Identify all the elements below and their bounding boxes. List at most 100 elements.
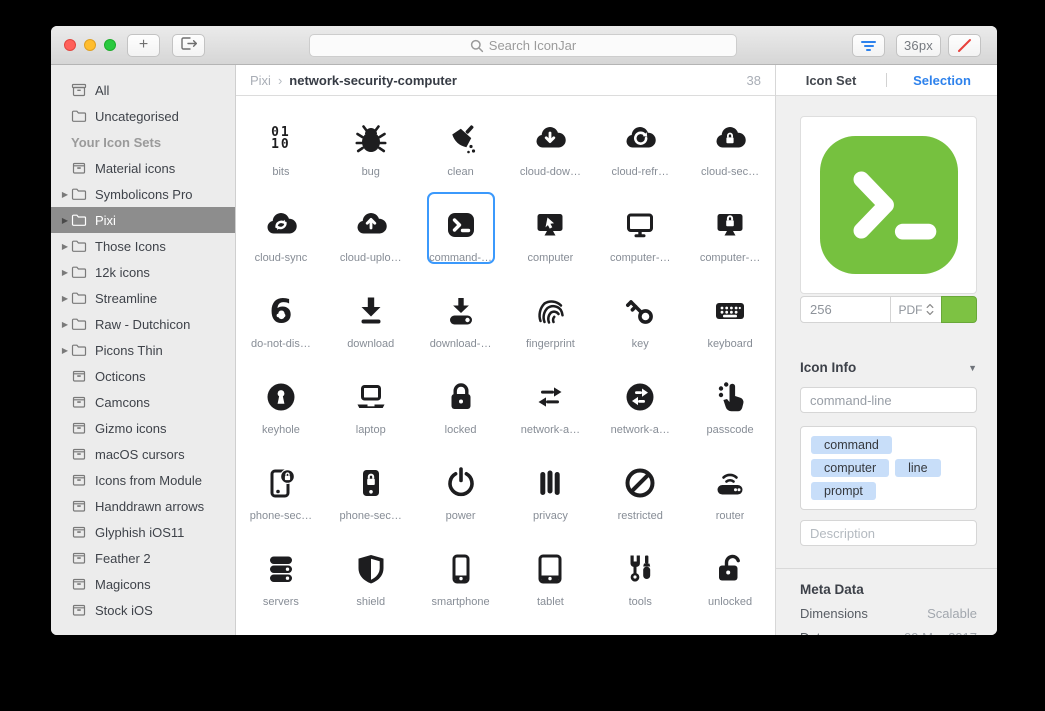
export-size-input[interactable]: 256 [800, 296, 891, 323]
minimize-button[interactable] [84, 39, 96, 51]
sidebar-item-gizmo-icons[interactable]: Gizmo icons [51, 415, 235, 441]
disclosure-triangle-icon[interactable]: ▶ [59, 320, 71, 329]
grid-icon-phone-sec[interactable]: phone-sec… [236, 440, 326, 526]
grid-icon-cloud-sync[interactable]: cloud-sync [236, 182, 326, 268]
tag-pill[interactable]: line [895, 459, 941, 477]
grid-icon-unlocked[interactable]: unlocked [685, 526, 775, 612]
grid-icon-cloud-dow[interactable]: cloud-dow… [506, 96, 596, 182]
grid-icon-restricted[interactable]: restricted [595, 440, 685, 526]
grid-icon-phone-sec[interactable]: phone-sec… [326, 440, 416, 526]
meta-row-dimensions: Dimensions Scalable [800, 606, 977, 621]
grid-icon-do-not-dis[interactable]: 6 do-not-dis… [236, 268, 326, 354]
icon-size-button[interactable]: 36px [896, 34, 941, 57]
sidebar-item-picons-thin[interactable]: ▶ Picons Thin [51, 337, 235, 363]
sidebar-item-all[interactable]: All [51, 77, 235, 103]
collapse-chevron-icon[interactable]: ▼ [968, 363, 977, 373]
grid-icon-tools[interactable]: tools [595, 526, 685, 612]
close-button[interactable] [64, 39, 76, 51]
grid-icon-download[interactable]: download [326, 268, 416, 354]
sidebar-item-pixi[interactable]: ▶ Pixi [51, 207, 235, 233]
grid-icon-label: computer [527, 252, 574, 264]
disclosure-triangle-icon[interactable]: ▶ [59, 268, 71, 277]
grid-icon-computer[interactable]: computer-… [595, 182, 685, 268]
titlebar[interactable]: + Search IconJar 36px [51, 26, 997, 65]
grid-icon-keyboard[interactable]: keyboard [685, 268, 775, 354]
export-color-swatch[interactable] [941, 296, 977, 323]
grid-icon-label: computer-… [699, 252, 761, 264]
disclosure-triangle-icon[interactable]: ▶ [59, 190, 71, 199]
sidebar-item-uncategorised[interactable]: Uncategorised [51, 103, 235, 129]
export-button[interactable] [172, 34, 205, 57]
sidebar-item-camcons[interactable]: Camcons [51, 389, 235, 415]
grid-icon-laptop[interactable]: laptop [326, 354, 416, 440]
sidebar-item-material-icons[interactable]: Material icons [51, 155, 235, 181]
grid-icon-partial[interactable] [236, 612, 326, 635]
sidebar-item-icons-from-module[interactable]: Icons from Module [51, 467, 235, 493]
grid-icon-passcode[interactable]: passcode [685, 354, 775, 440]
grid-icon-locked[interactable]: locked [416, 354, 506, 440]
phone-lock-outline-icon [262, 464, 300, 502]
grid-icon-fingerprint[interactable]: fingerprint [506, 268, 596, 354]
grid-icon-key[interactable]: key [595, 268, 685, 354]
grid-icon-label: download [347, 338, 395, 350]
grid-icon-tablet[interactable]: tablet [506, 526, 596, 612]
tab-selection[interactable]: Selection [887, 73, 997, 88]
search-input[interactable]: Search IconJar [309, 34, 737, 57]
grid-icon-label: network-a… [520, 424, 581, 436]
grid-icon-command[interactable]: command-… [416, 182, 506, 268]
sidebar-item-label: Those Icons [95, 238, 166, 254]
grid-icon-label: router [715, 510, 745, 522]
sidebar-item-streamline[interactable]: ▶ Streamline [51, 285, 235, 311]
sidebar-item-stock-ios[interactable]: Stock iOS [51, 597, 235, 623]
grid-icon-download[interactable]: download-… [416, 268, 506, 354]
grid-icon-bits[interactable]: 01 10 bits [236, 96, 326, 182]
sidebar-item-glyphish-ios11[interactable]: Glyphish iOS11 [51, 519, 235, 545]
grid-icon-computer[interactable]: computer [506, 182, 596, 268]
disclosure-triangle-icon[interactable]: ▶ [59, 216, 71, 225]
tag-pill[interactable]: prompt [811, 482, 876, 500]
disclosure-triangle-icon[interactable]: ▶ [59, 242, 71, 251]
color-filter-button[interactable] [948, 34, 981, 57]
grid-icon-keyhole[interactable]: keyhole [236, 354, 326, 440]
sidebar-item-feather-2[interactable]: Feather 2 [51, 545, 235, 571]
sidebar-item-those-icons[interactable]: ▶ Those Icons [51, 233, 235, 259]
grid-icon-bug[interactable]: bug [326, 96, 416, 182]
disclosure-triangle-icon[interactable]: ▶ [59, 294, 71, 303]
export-format-select[interactable]: PDF [890, 296, 942, 323]
icon-name-input[interactable]: command-line [800, 387, 977, 413]
sidebar-item-symbolicons-pro[interactable]: ▶ Symbolicons Pro [51, 181, 235, 207]
sidebar-item-raw-dutchicon[interactable]: ▶ Raw - Dutchicon [51, 311, 235, 337]
grid-icon-cloud-sec[interactable]: cloud-sec… [685, 96, 775, 182]
grid-icon-network-a[interactable]: network-a… [595, 354, 685, 440]
tab-icon-set[interactable]: Icon Set [776, 73, 886, 88]
grid-icon-power[interactable]: power [416, 440, 506, 526]
grid-icon-shield[interactable]: shield [326, 526, 416, 612]
grid-icon-privacy[interactable]: privacy [506, 440, 596, 526]
computer-outline-icon [621, 206, 659, 244]
grid-icon-clean[interactable]: clean [416, 96, 506, 182]
fullscreen-button[interactable] [104, 39, 116, 51]
tag-pill[interactable]: command [811, 436, 892, 454]
filter-button[interactable] [852, 34, 885, 57]
grid-icon-computer[interactable]: computer-… [685, 182, 775, 268]
grid-icon-smartphone[interactable]: smartphone [416, 526, 506, 612]
breadcrumb-set[interactable]: Pixi [250, 73, 271, 88]
sidebar-item-handdrawn-arrows[interactable]: Handdrawn arrows [51, 493, 235, 519]
sidebar-item-octicons[interactable]: Octicons [51, 363, 235, 389]
disclosure-triangle-icon[interactable]: ▶ [59, 346, 71, 355]
grid-icon-cloud-refr[interactable]: cloud-refr… [595, 96, 685, 182]
sidebar-item-magicons[interactable]: Magicons [51, 571, 235, 597]
grid-icon-servers[interactable]: servers [236, 526, 326, 612]
grid-icon-cloud-uplo[interactable]: cloud-uplo… [326, 182, 416, 268]
sidebar-item-12k-icons[interactable]: ▶ 12k icons [51, 259, 235, 285]
tag-pill[interactable]: computer [811, 459, 890, 477]
add-button[interactable]: + [127, 34, 160, 57]
sidebar-item-macos-cursors[interactable]: macOS cursors [51, 441, 235, 467]
lock-open-icon [711, 550, 749, 588]
grid-icon-label: tablet [536, 596, 564, 608]
description-input[interactable]: Description [800, 520, 977, 546]
grid-icon-router[interactable]: router [685, 440, 775, 526]
grid-icon-partial[interactable] [326, 612, 416, 635]
grid-icon-network-a[interactable]: network-a… [506, 354, 596, 440]
tags-input[interactable]: command computer line prompt [800, 426, 977, 510]
